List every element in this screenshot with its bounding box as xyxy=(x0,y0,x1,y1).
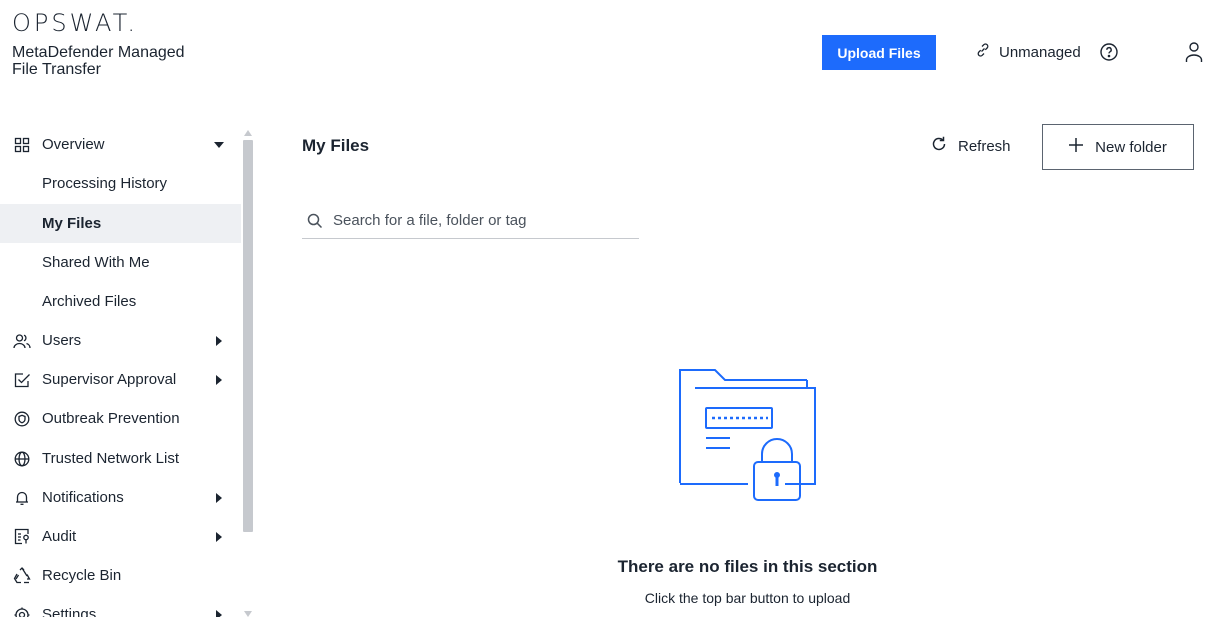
sidebar-item-shared-with-me[interactable]: Shared With Me xyxy=(0,243,241,282)
recycle-icon xyxy=(13,567,31,585)
sidebar-item-label: Settings xyxy=(42,606,97,617)
sidebar-item-my-files[interactable]: My Files xyxy=(0,204,241,243)
caret-right-icon xyxy=(214,374,224,385)
sidebar-item-label: Trusted Network List xyxy=(42,450,179,467)
link-broken-icon xyxy=(975,42,991,62)
users-icon xyxy=(13,332,31,350)
new-folder-label: New folder xyxy=(1095,138,1167,156)
help-button[interactable] xyxy=(1097,40,1121,64)
search-input[interactable] xyxy=(333,212,623,229)
caret-right-icon xyxy=(214,531,224,542)
opswat-logo: OPSWAT. xyxy=(12,9,139,37)
scroll-down-arrow[interactable] xyxy=(244,611,252,617)
page-title: My Files xyxy=(302,136,370,155)
shield-icon xyxy=(13,410,31,428)
sidebar-item-label: Overview xyxy=(42,136,105,153)
sidebar-item-recycle-bin[interactable]: Recycle Bin xyxy=(0,556,241,595)
refresh-label: Refresh xyxy=(958,137,1011,155)
sidebar-item-outbreak-prevention[interactable]: Outbreak Prevention xyxy=(0,399,241,438)
refresh-icon xyxy=(930,135,948,157)
sidebar-item-audit[interactable]: Audit xyxy=(0,517,241,556)
grid-icon xyxy=(13,136,31,154)
caret-right-icon xyxy=(214,492,224,503)
sidebar-item-supervisor-approval[interactable]: Supervisor Approval xyxy=(0,360,241,399)
sidebar-item-users[interactable]: Users xyxy=(0,321,241,360)
sidebar-item-label: Outbreak Prevention xyxy=(42,410,180,427)
globe-icon xyxy=(13,450,31,468)
empty-state-title: There are no files in this section xyxy=(617,557,878,576)
sidebar-item-archived-files[interactable]: Archived Files xyxy=(0,282,241,321)
caret-right-icon xyxy=(214,609,224,617)
plus-icon xyxy=(1069,138,1084,156)
user-icon xyxy=(1185,42,1203,62)
refresh-button[interactable]: Refresh xyxy=(930,134,1011,158)
sidebar-item-label: Recycle Bin xyxy=(42,567,122,584)
sidebar-item-trusted-network-list[interactable]: Trusted Network List xyxy=(0,439,241,478)
sidebar-item-label: Audit xyxy=(42,528,77,545)
sidebar-item-processing-history[interactable]: Processing History xyxy=(0,164,241,203)
approval-icon xyxy=(13,371,31,389)
bell-icon xyxy=(13,489,31,507)
sidebar-item-label: Supervisor Approval xyxy=(42,371,177,388)
sidebar-item-settings[interactable]: Settings xyxy=(0,595,241,617)
sidebar-item-label: Notifications xyxy=(42,489,124,506)
product-name: MetaDefender Managed File Transfer xyxy=(12,44,185,78)
gear-icon xyxy=(13,606,31,617)
sidebar-item-overview[interactable]: Overview xyxy=(0,125,241,164)
new-folder-button[interactable]: New folder xyxy=(1042,124,1194,170)
sidebar-scrollbar-thumb[interactable] xyxy=(243,140,253,532)
sidebar-item-label: Archived Files xyxy=(42,293,137,310)
caret-down-icon xyxy=(214,140,224,150)
sidebar-item-label: Shared With Me xyxy=(42,254,150,271)
upload-files-button[interactable]: Upload Files xyxy=(822,35,936,70)
help-circle-icon xyxy=(1100,43,1118,61)
user-menu-button[interactable] xyxy=(1182,38,1206,66)
sidebar-item-label: My Files xyxy=(42,215,102,232)
search-icon xyxy=(305,211,325,231)
sidebar-item-label: Processing History xyxy=(42,175,168,192)
sidebar-item-label: Users xyxy=(42,332,82,349)
caret-right-icon xyxy=(214,335,224,346)
audit-icon xyxy=(13,528,31,546)
search-bar xyxy=(302,203,639,239)
unmanaged-status-button[interactable]: Unmanaged xyxy=(975,40,1081,64)
locked-folder-illustration xyxy=(679,369,816,501)
top-bar: OPSWAT. MetaDefender Managed File Transf… xyxy=(0,0,1220,100)
empty-state-subtitle: Click the top bar button to upload xyxy=(644,590,851,606)
scroll-up-arrow[interactable] xyxy=(244,130,252,136)
sidebar: Overview Processing History My Files Sha… xyxy=(0,124,255,617)
unmanaged-label: Unmanaged xyxy=(999,43,1081,61)
sidebar-item-notifications[interactable]: Notifications xyxy=(0,478,241,517)
